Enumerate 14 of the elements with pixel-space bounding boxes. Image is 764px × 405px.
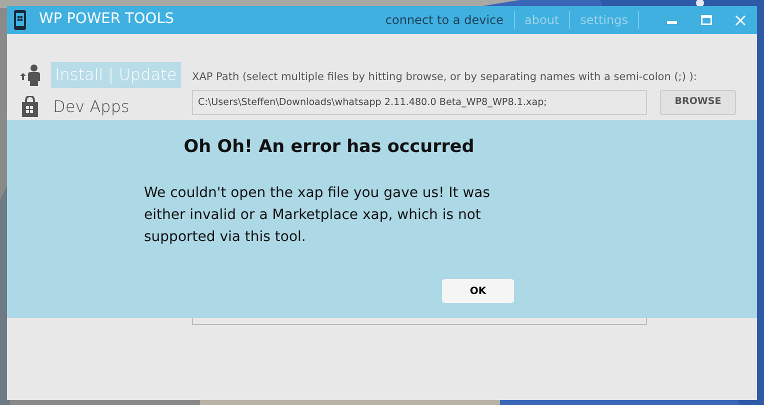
error-message: We couldn't open the xap file you gave us! It was either invalid or a Marketplace xap, which is not supported via this tool. — [144, 184, 492, 248]
person-upload-icon — [19, 64, 43, 86]
window-title: WP POWER TOOLS — [39, 10, 174, 30]
close-icon[interactable] — [734, 14, 746, 26]
phone-icon — [13, 9, 27, 31]
xap-path-field[interactable]: C:\Users\Steffen\Downloads\whatsapp 2.11.480.0 Beta_WP8_WP8.1.xap; — [192, 90, 647, 115]
header-link[interactable]: connect to a device — [375, 11, 515, 29]
ok-button[interactable]: OK — [442, 279, 514, 304]
sidebar-item[interactable]: Dev Apps — [49, 94, 134, 120]
dialog-title: Oh Oh! An error has occurred — [182, 136, 476, 159]
store-bag-icon — [19, 96, 41, 118]
maximize-icon[interactable] — [700, 15, 712, 25]
browse-button[interactable]: BROWSE — [660, 90, 736, 115]
field-label: XAP Path (select multiple files by hitting browse, or by separating names with a semi-colon (;) ): — [192, 70, 698, 85]
